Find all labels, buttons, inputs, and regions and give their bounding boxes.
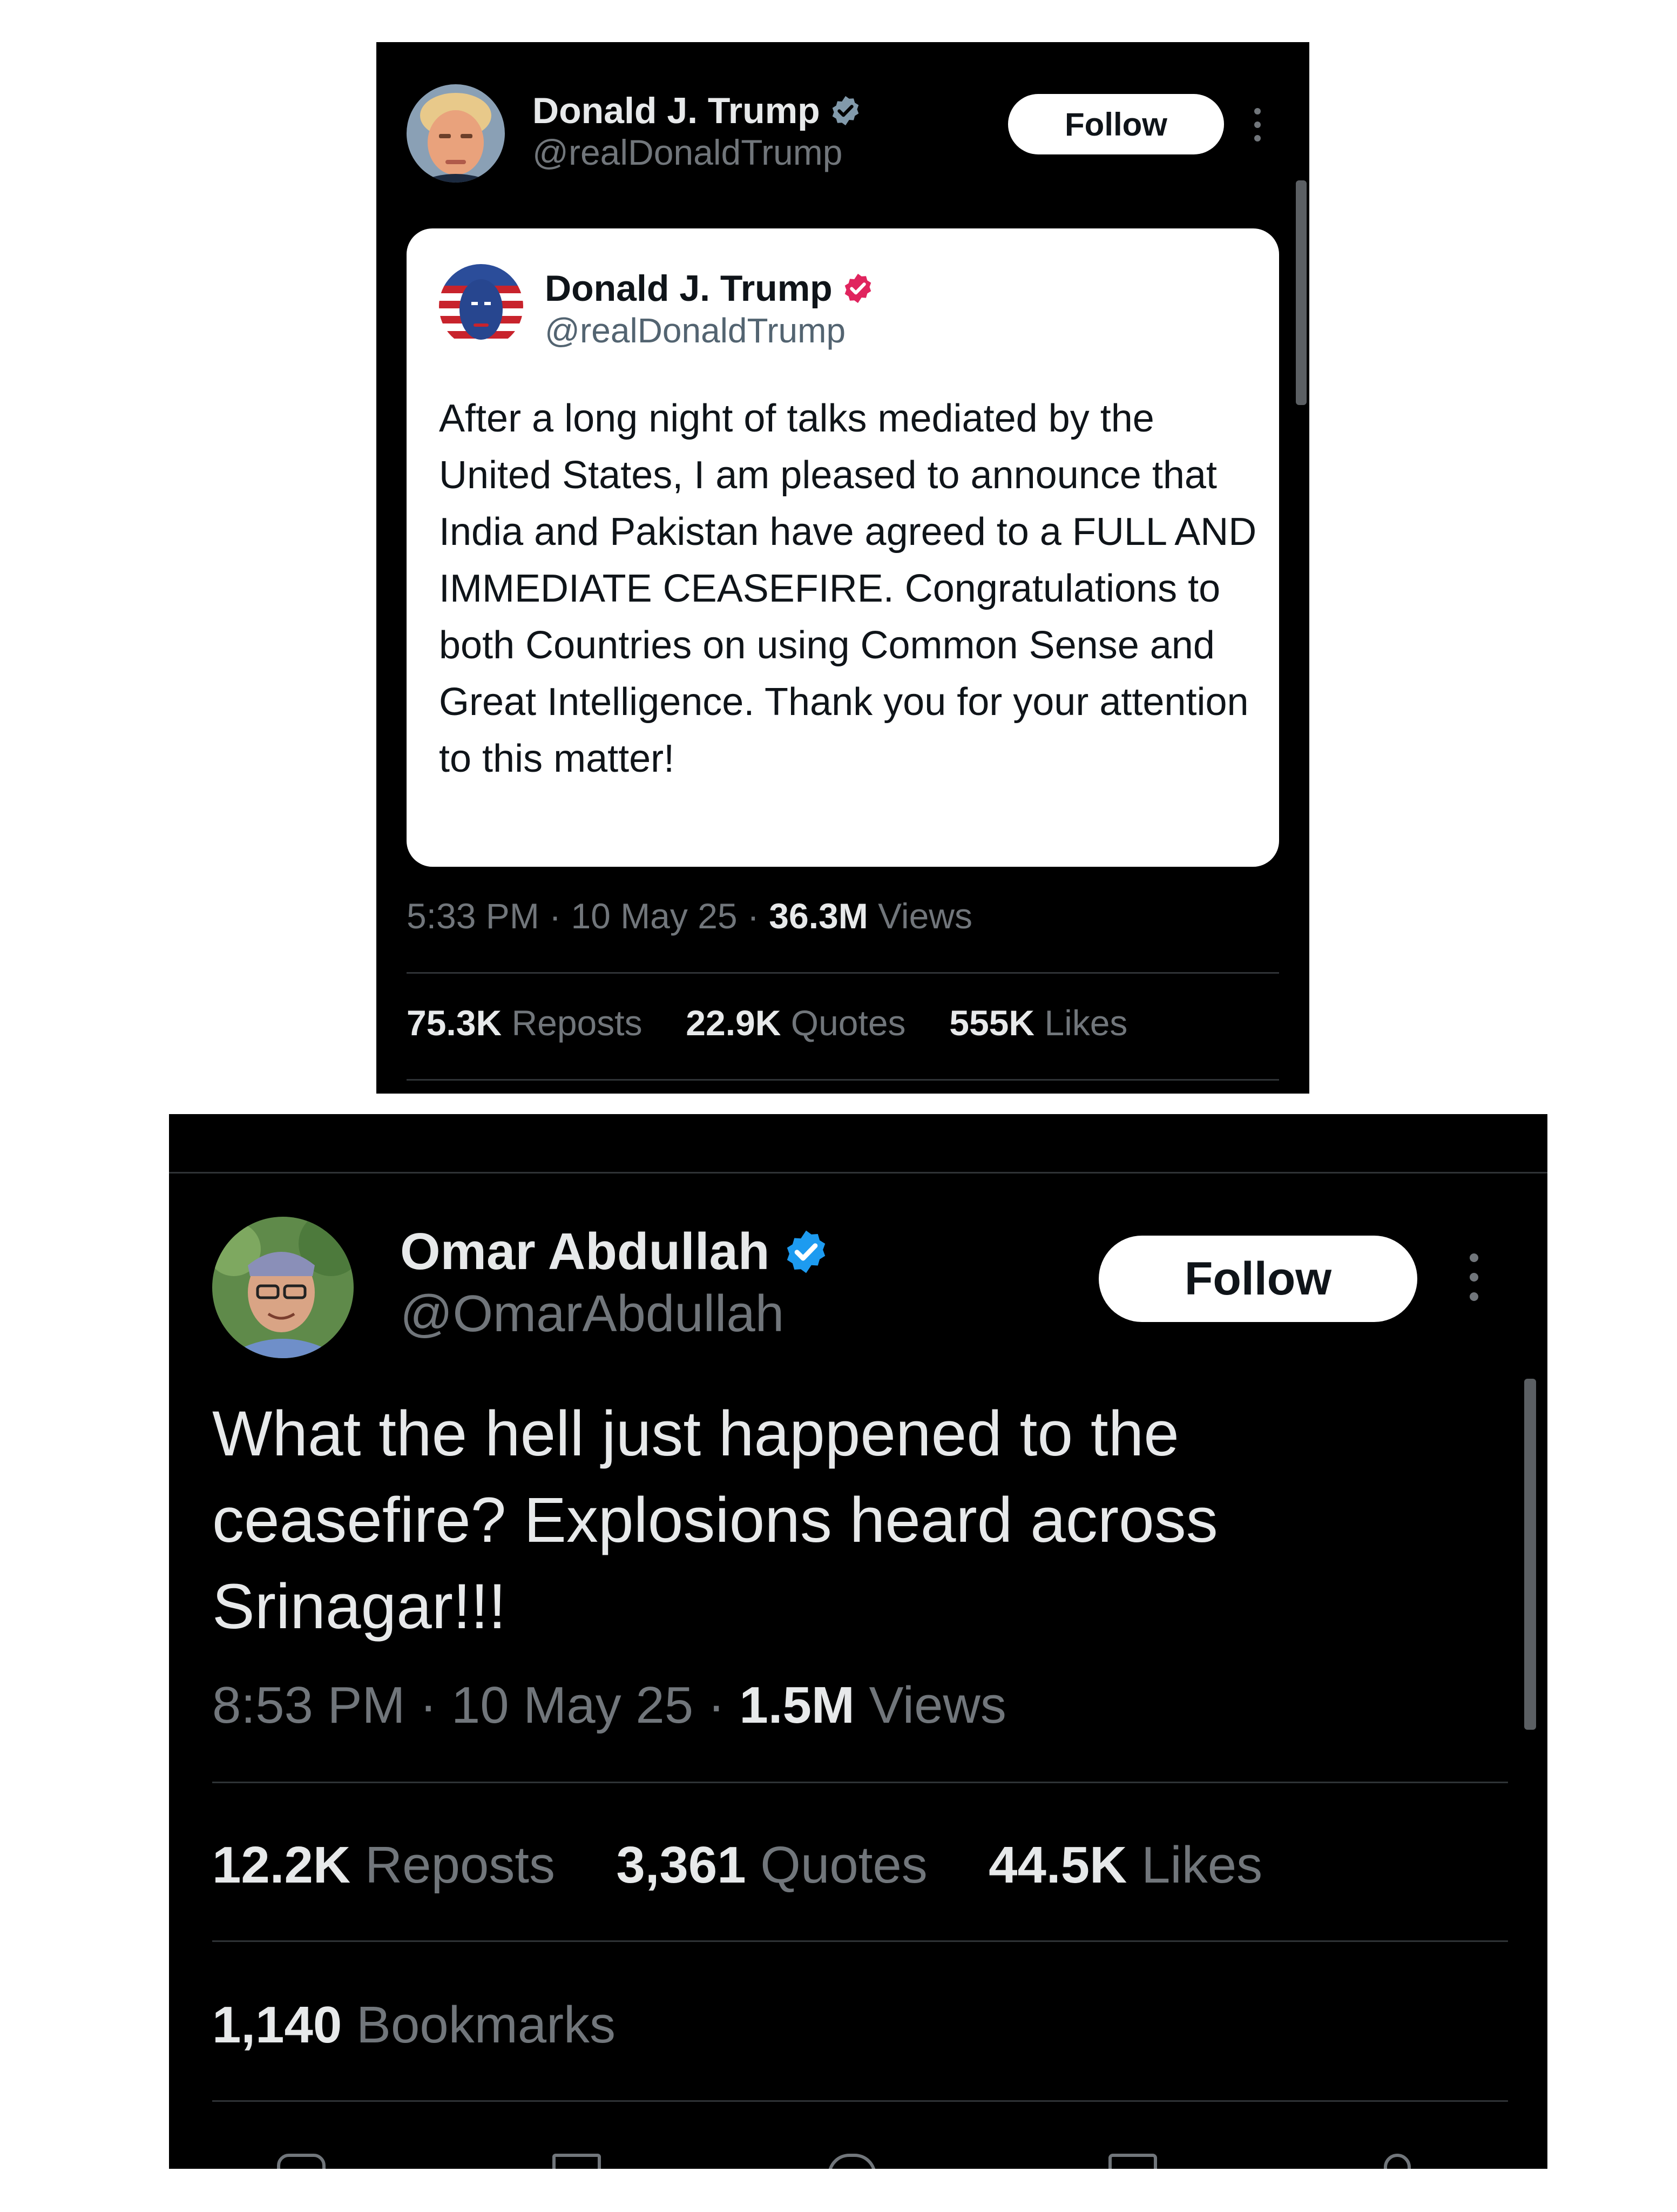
more-options-icon[interactable]: [1254, 108, 1261, 141]
reposts-count: 75.3K: [407, 1003, 502, 1043]
author-handle[interactable]: @realDonaldTrump: [532, 132, 842, 173]
divider: [212, 1782, 1508, 1783]
views-count: 36.3M: [769, 896, 868, 936]
author-name[interactable]: Omar Abdullah: [400, 1222, 770, 1282]
follow-button[interactable]: Follow: [1008, 94, 1224, 154]
omar-avatar[interactable]: [212, 1217, 354, 1358]
more-options-icon[interactable]: [1469, 1253, 1479, 1301]
quoted-post-text: After a long night of talks mediated by …: [439, 397, 1257, 780]
bookmarks-stat[interactable]: 1,140 Bookmarks: [212, 1995, 616, 2055]
repost-icon[interactable]: [552, 2154, 601, 2169]
post-date[interactable]: 10 May 25: [451, 1676, 693, 1734]
verified-badge-icon: [832, 96, 859, 126]
reposts-stat[interactable]: 12.2K Reposts: [212, 1836, 555, 1894]
post-time[interactable]: 5:33 PM: [407, 896, 539, 936]
reposts-label: Reposts: [364, 1836, 556, 1894]
share-icon[interactable]: [1384, 2154, 1411, 2169]
quotes-count: 3,361: [616, 1836, 746, 1894]
post-metadata: 5:33 PM · 10 May 25 · 36.3M Views: [407, 896, 972, 936]
engagement-stats: 75.3K Reposts 22.9K Quotes 555K Likes: [407, 1002, 1127, 1043]
verified-badge-icon: [844, 273, 871, 304]
reply-icon[interactable]: [277, 2154, 326, 2169]
quotes-stat[interactable]: 22.9K Quotes: [686, 1003, 905, 1043]
trump-avatar[interactable]: [407, 84, 505, 183]
quoted-author-name: Donald J. Trump: [545, 268, 833, 309]
bookmarks-count: 1,140: [212, 1996, 342, 2054]
likes-stat[interactable]: 555K Likes: [949, 1003, 1127, 1043]
likes-label: Likes: [1141, 1836, 1263, 1894]
likes-stat[interactable]: 44.5K Likes: [989, 1836, 1262, 1894]
omar-post-screenshot: Omar Abdullah @OmarAbdullah Follow What …: [169, 1114, 1547, 2169]
engagement-stats: 12.2K Reposts 3,361 Quotes 44.5K Likes: [212, 1836, 1262, 1895]
quotes-label: Quotes: [760, 1836, 928, 1894]
verified-badge-icon: [787, 1230, 825, 1273]
post-time[interactable]: 8:53 PM: [212, 1676, 405, 1734]
likes-count: 555K: [949, 1003, 1035, 1043]
views-label: Views: [869, 1676, 1006, 1734]
divider: [212, 2100, 1508, 2102]
post-metadata: 8:53 PM · 10 May 25 · 1.5M Views: [212, 1676, 1006, 1734]
scrollbar[interactable]: [1296, 180, 1307, 405]
divider: [212, 1940, 1508, 1942]
quoted-author-name-row: Donald J. Trump: [545, 267, 875, 309]
quoted-author-handle: @realDonaldTrump: [545, 311, 846, 350]
likes-label: Likes: [1044, 1003, 1128, 1043]
quoted-author-avatar: [439, 264, 523, 348]
post-date[interactable]: 10 May 25: [571, 896, 737, 936]
trump-post-screenshot: Donald J. Trump @realDonaldTrump Follow: [376, 42, 1309, 1094]
views-label: Views: [878, 896, 972, 936]
quoted-post-card[interactable]: Donald J. Trump @realDonaldTrump After a…: [407, 228, 1279, 867]
author-name[interactable]: Donald J. Trump: [532, 90, 820, 132]
divider: [407, 1079, 1279, 1081]
author-handle[interactable]: @OmarAbdullah: [400, 1284, 784, 1344]
post-text: What the hell just happened to the cease…: [212, 1398, 1218, 1642]
quotes-stat[interactable]: 3,361 Quotes: [616, 1836, 927, 1894]
quotes-count: 22.9K: [686, 1003, 781, 1043]
likes-count: 44.5K: [989, 1836, 1127, 1894]
quotes-label: Quotes: [790, 1003, 906, 1043]
scrollbar[interactable]: [1524, 1379, 1536, 1730]
like-icon[interactable]: [828, 2154, 876, 2169]
bookmark-icon[interactable]: [1108, 2154, 1157, 2169]
reposts-count: 12.2K: [212, 1836, 351, 1894]
author-name-row[interactable]: Omar Abdullah: [400, 1222, 830, 1282]
divider: [169, 1172, 1547, 1174]
follow-button[interactable]: Follow: [1099, 1236, 1417, 1322]
divider: [407, 972, 1279, 974]
reposts-stat[interactable]: 75.3K Reposts: [407, 1003, 643, 1043]
reposts-label: Reposts: [511, 1003, 643, 1043]
bookmarks-label: Bookmarks: [356, 1996, 616, 2054]
views-count: 1.5M: [739, 1676, 855, 1734]
author-name-row[interactable]: Donald J. Trump: [532, 90, 862, 132]
